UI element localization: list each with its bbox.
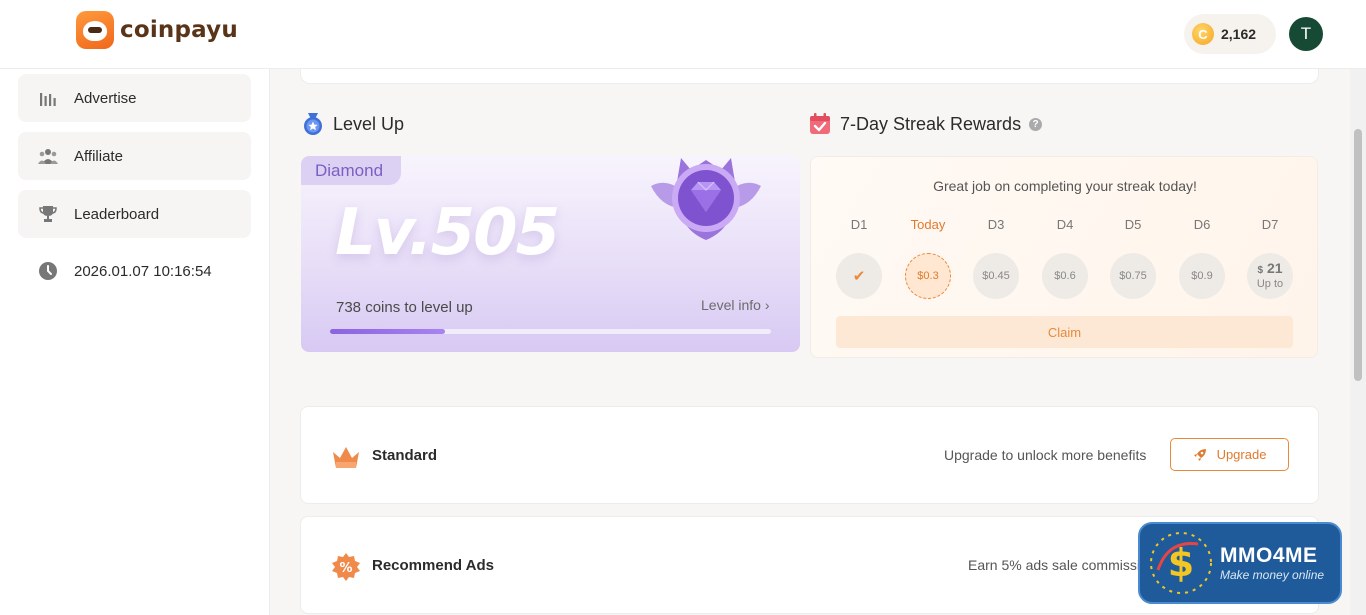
day-label-d6: D6 [1193, 217, 1211, 232]
streak-card: Great job on completing your streak toda… [810, 156, 1318, 358]
medal-icon [304, 113, 322, 135]
day-reward-d3: $0.45 [973, 253, 1019, 299]
level-card: Diamond Lv.505 738 coins to level up Lev… [301, 156, 800, 352]
watermark-brand: MMO4ME [1220, 544, 1318, 567]
day-label-d3: D3 [987, 217, 1005, 232]
rocket-icon [1193, 448, 1206, 461]
sidebar-datetime: 2026.01.07 10:16:54 [18, 247, 251, 295]
scrollbar-thumb[interactable] [1354, 129, 1362, 381]
d7-reward-amount: $ 21 [1257, 261, 1282, 278]
sidebar-item-label: Advertise [74, 89, 137, 107]
svg-text:%: % [339, 561, 352, 576]
top-header: coinpayu C 2,162 T [0, 0, 1366, 69]
scrollbar[interactable] [1350, 69, 1366, 615]
trophy-icon [38, 204, 58, 224]
streak-title-text: 7-Day Streak Rewards [840, 113, 1022, 134]
level-up-title: Level Up [301, 112, 404, 136]
dollar-emblem-icon: $ [1150, 532, 1212, 594]
logo-mark-icon [76, 11, 114, 49]
day-label-d5: D5 [1124, 217, 1142, 232]
streak-message: Great job on completing your streak toda… [933, 178, 1197, 194]
day-reward-d4: $0.6 [1042, 253, 1088, 299]
d7-currency: $ [1257, 265, 1264, 276]
discount-badge-icon: % [332, 553, 360, 581]
level-info-link[interactable]: Level info › [701, 297, 769, 313]
calendar-icon [810, 113, 830, 134]
d7-value: 21 [1266, 260, 1283, 276]
day-label-d7: D7 [1261, 217, 1279, 232]
day-label-today: Today [910, 217, 946, 232]
sidebar-item-affiliate[interactable]: Affiliate [18, 132, 251, 180]
day-reward-d1-check-icon: ✔ [836, 253, 882, 299]
people-icon [38, 146, 58, 166]
sidebar-item-leaderboard[interactable]: Leaderboard [18, 190, 251, 238]
level-number: Lv.505 [335, 196, 560, 270]
recommend-ads-hint: Earn 5% ads sale commission [968, 557, 1156, 573]
level-up-title-text: Level Up [333, 113, 405, 134]
help-icon[interactable]: ? [1029, 117, 1043, 131]
recommend-ads-label: Recommend Ads [372, 557, 494, 574]
day-reward-today[interactable]: $0.3 [905, 253, 951, 299]
day-label-d4: D4 [1056, 217, 1074, 232]
streak-title: 7-Day Streak Rewards ? [808, 112, 1043, 136]
day-label-d1: D1 [850, 217, 868, 232]
mmo4me-watermark: $ MMO4ME Make money online [1138, 522, 1342, 604]
day-reward-d5: $0.75 [1110, 253, 1156, 299]
crown-icon [333, 447, 359, 468]
day-reward-d6: $0.9 [1179, 253, 1225, 299]
svg-text:$: $ [1168, 541, 1194, 585]
upgrade-button-label: Upgrade [1216, 447, 1267, 462]
coinpayu-logo[interactable]: coinpayu [76, 11, 238, 49]
coin-balance[interactable]: C 2,162 [1184, 14, 1276, 54]
upgrade-button[interactable]: Upgrade [1170, 438, 1289, 471]
user-avatar[interactable]: T [1289, 17, 1323, 51]
watermark-tagline: Make money online [1220, 568, 1325, 582]
sidebar: Advertise Affiliate Leaderboard 2026.01.… [0, 69, 270, 615]
sidebar-item-advertise[interactable]: Advertise [18, 74, 251, 122]
coins-to-level: 738 coins to level up [336, 299, 473, 316]
clock-icon [38, 261, 58, 281]
watermark-text: MMO4ME Make money online [1220, 544, 1324, 582]
diamond-badge-icon [651, 158, 761, 240]
coin-icon: C [1192, 23, 1214, 45]
current-datetime: 2026.01.07 10:16:54 [74, 262, 212, 280]
coin-balance-value: 2,162 [1221, 26, 1257, 42]
membership-hint: Upgrade to unlock more benefits [944, 447, 1147, 463]
logo-text: coinpayu [120, 17, 238, 43]
sidebar-item-label: Affiliate [74, 147, 123, 165]
bar-chart-icon [38, 88, 58, 108]
claim-button[interactable]: Claim [836, 316, 1293, 348]
level-progress-track [330, 329, 771, 334]
d7-reward-sub: Up to [1256, 278, 1284, 290]
membership-label: Standard [372, 447, 438, 464]
membership-card: Standard Upgrade to unlock more benefits… [300, 406, 1319, 504]
tier-badge: Diamond [301, 156, 401, 185]
sidebar-item-label: Leaderboard [74, 205, 160, 223]
day-reward-d7: $ 21 Up to [1247, 253, 1293, 299]
level-progress-fill [330, 329, 445, 334]
